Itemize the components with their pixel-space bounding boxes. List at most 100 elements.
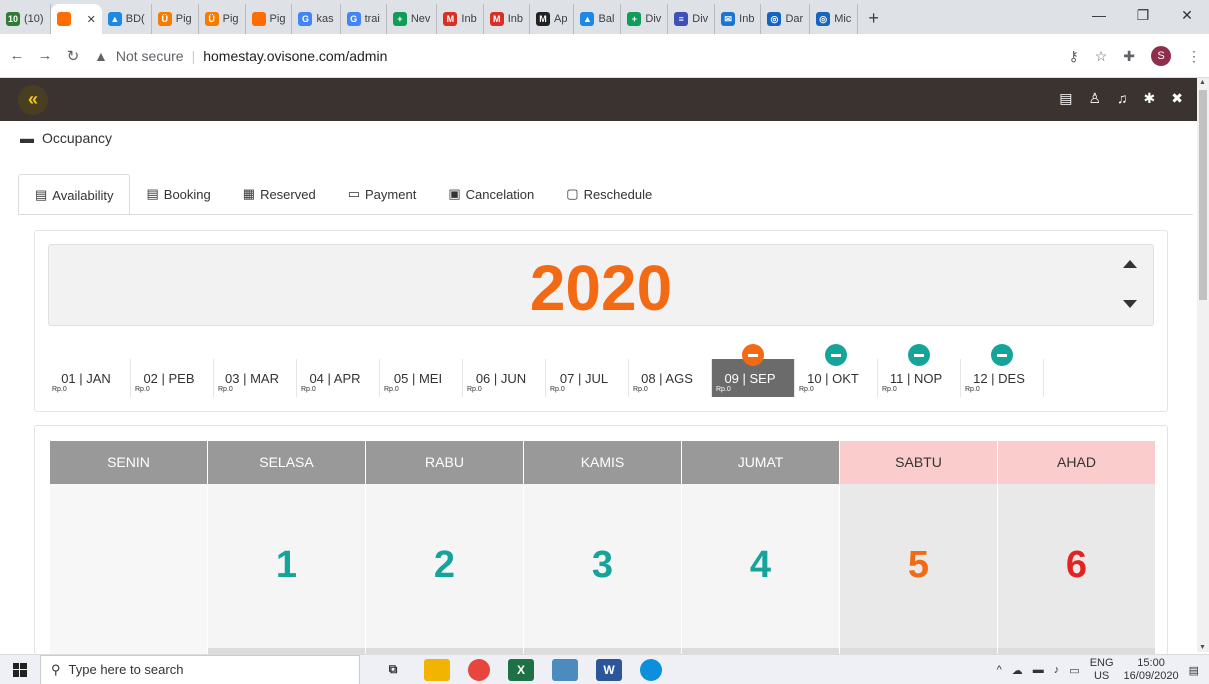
browser-tab[interactable]: Gkas	[292, 4, 341, 34]
month-item[interactable]: 02 | PEB Rp.0	[131, 359, 214, 397]
calendar-column: KAMIS 3	[524, 441, 681, 654]
tab-payment[interactable]: ▭ Payment	[332, 174, 433, 214]
calendar-day-cell[interactable]: 2	[366, 484, 523, 654]
calendar-day-cell[interactable]: 6	[998, 484, 1155, 654]
task-view-icon[interactable]: ⧉	[380, 659, 406, 681]
month-price: Rp.0	[716, 386, 731, 393]
scroll-down-arrow-icon[interactable]: ▼	[1199, 644, 1206, 651]
clock[interactable]: 15:00 16/09/2020	[1124, 657, 1179, 683]
tab-reschedule[interactable]: ▢ Reschedule	[550, 174, 668, 214]
word-icon[interactable]: W	[596, 658, 622, 681]
calendar-day-cell[interactable]: 3	[524, 484, 681, 654]
calendar-column: SELASA 1	[208, 441, 365, 654]
tab-label: Availability	[52, 187, 114, 203]
reload-icon[interactable]: ↻	[62, 47, 84, 65]
menu-kebab-icon[interactable]: ⋮	[1187, 48, 1201, 65]
forward-icon[interactable]: →	[34, 47, 56, 64]
browser-tab[interactable]: + Div	[621, 4, 669, 34]
browser-tab[interactable]: ✕	[50, 4, 102, 34]
close-window-icon[interactable]: ✕	[1165, 0, 1209, 30]
lang-bottom: US	[1093, 670, 1110, 682]
cloud-icon[interactable]: ☁	[1012, 664, 1023, 677]
browser-tab[interactable]: M Ap	[530, 4, 575, 34]
browser-tab[interactable]: + Nev	[387, 4, 438, 34]
month-item[interactable]: 06 | JUN Rp.0	[463, 359, 546, 397]
key-icon[interactable]: ⚷	[1068, 48, 1078, 65]
browser-tab[interactable]: ▲ Bal	[574, 4, 622, 34]
year-up-icon[interactable]	[1123, 260, 1137, 268]
tab-booking[interactable]: ▤ Booking	[130, 174, 226, 214]
month-item[interactable]: ▬ 11 | NOP Rp.0	[878, 344, 961, 397]
minimize-icon[interactable]: —	[1077, 0, 1121, 30]
browser-tab[interactable]: Gtrai	[341, 4, 387, 34]
app-icon[interactable]	[552, 658, 578, 681]
network-icon[interactable]: ▭	[1069, 664, 1079, 677]
browser-tab[interactable]: ◎ Dar	[761, 4, 811, 34]
browser-tab[interactable]: ≡ Div	[668, 4, 716, 34]
tab-favicon-icon: G	[346, 12, 361, 26]
document-icon[interactable]: ▤	[1059, 90, 1072, 107]
tab-label: Pig	[175, 13, 192, 25]
tab-cancelation[interactable]: ▣ Cancelation	[432, 174, 550, 214]
browser-tab[interactable]: ▲ BD(	[102, 4, 152, 34]
tab-favicon-icon: 10	[6, 12, 20, 26]
taskbar-search[interactable]: ⚲ Type here to search	[40, 654, 360, 684]
new-tab-button[interactable]: +	[858, 4, 889, 34]
month-list: 01 | JAN Rp.0 02 | PEB Rp.0 03 | MAR Rp.0 04 |…	[48, 344, 1044, 397]
excel-icon[interactable]: X	[508, 658, 534, 681]
file-explorer-icon[interactable]	[424, 658, 450, 681]
extensions-puzzle-icon[interactable]: ✚	[1123, 48, 1135, 65]
browser-tab[interactable]: M Inb	[484, 4, 531, 34]
month-item[interactable]: 08 | AGS Rp.0	[629, 359, 712, 397]
battery-icon[interactable]: ▬	[1033, 664, 1044, 676]
year-down-icon[interactable]	[1123, 300, 1137, 308]
chevron-up-icon[interactable]: ^	[997, 664, 1002, 676]
collapse-sidebar-button[interactable]: «	[18, 85, 48, 115]
clock-date: 16/09/2020	[1123, 670, 1179, 682]
volume-icon[interactable]: ♪	[1054, 664, 1060, 676]
user-icon[interactable]: ♙	[1088, 90, 1101, 107]
day-number: 2	[433, 544, 456, 586]
scroll-up-arrow-icon[interactable]: ▲	[1199, 79, 1206, 86]
month-item[interactable]: 03 | MAR Rp.0	[214, 359, 297, 397]
back-icon[interactable]: ←	[6, 47, 28, 64]
calendar-day-cell[interactable]: 4	[682, 484, 839, 654]
browser-tab[interactable]: Ü Pig	[152, 4, 199, 34]
restore-icon[interactable]: ❐	[1121, 0, 1165, 30]
profile-avatar[interactable]: S	[1151, 46, 1171, 66]
bookmark-star-icon[interactable]: ☆	[1095, 48, 1108, 65]
bell-icon[interactable]: ♫	[1117, 90, 1128, 107]
calendar-day-cell[interactable]: 5	[840, 484, 997, 654]
month-item[interactable]: 07 | JUL Rp.0	[546, 359, 629, 397]
browser-tab[interactable]: ✉ Inb	[715, 4, 762, 34]
close-tab-icon[interactable]: ✕	[87, 13, 96, 26]
browser-tab[interactable]: ◎ Mic	[810, 4, 859, 34]
browser-tab[interactable]: Ü Pig	[199, 4, 246, 34]
bed-icon: ▬	[742, 344, 764, 366]
month-item[interactable]: ▬ 09 | SEP Rp.0	[712, 344, 795, 397]
browser-tab[interactable]: M Inb	[437, 4, 484, 34]
url-field[interactable]: ▲ Not secure | homestay.ovisone.com/admi…	[94, 48, 387, 64]
browser-tab[interactable]: 10 (10)	[0, 4, 51, 34]
month-item[interactable]: ▬ 12 | DES Rp.0	[961, 344, 1044, 397]
tab-availability[interactable]: ▤ Availability	[18, 174, 131, 215]
browser-tab[interactable]: Pig	[246, 4, 293, 34]
notification-icon[interactable]: ▤	[1189, 664, 1199, 677]
month-item[interactable]: ▬ 10 | OKT Rp.0	[795, 344, 878, 397]
scroll-thumb[interactable]	[1199, 90, 1207, 300]
windows-start-icon[interactable]	[0, 662, 40, 677]
month-item[interactable]: 01 | JAN Rp.0	[48, 359, 131, 397]
tab-reserved[interactable]: ▦ Reserved	[227, 174, 332, 214]
calendar-icon: ▢	[566, 186, 579, 201]
gear-icon[interactable]: ✱	[1144, 90, 1156, 107]
tab-label: Inb	[739, 13, 755, 25]
tab-label: Reschedule	[583, 186, 653, 202]
close-icon[interactable]: ✖	[1171, 90, 1183, 107]
language-indicator[interactable]: ENG US	[1090, 657, 1114, 683]
calendar-day-cell[interactable]: 1	[208, 484, 365, 654]
edge-icon[interactable]	[640, 658, 662, 681]
month-item[interactable]: 05 | MEI Rp.0	[380, 359, 463, 397]
month-item[interactable]: 04 | APR Rp.0	[297, 359, 380, 397]
page-scrollbar[interactable]: ▲ ▼	[1197, 78, 1209, 652]
chrome-icon[interactable]	[468, 658, 490, 681]
